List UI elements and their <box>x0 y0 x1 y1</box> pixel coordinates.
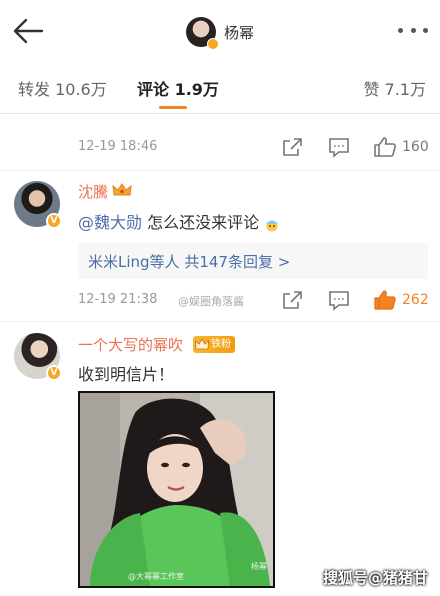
photo-image <box>80 393 273 586</box>
crown-icon <box>195 338 209 351</box>
replies-link[interactable]: 米米Ling等人 共147条回复 > <box>78 243 428 279</box>
photo-watermark: @大幂幂工作室 <box>128 572 184 581</box>
share-icon[interactable] <box>280 136 304 158</box>
top-nav-bar: 杨幂 <box>0 0 440 62</box>
more-dots-icon[interactable] <box>398 22 428 38</box>
profile-header[interactable]: 杨幂 <box>186 15 255 50</box>
comment-text: @魏大勋 怎么还没来评论 <box>78 209 280 233</box>
comment-time: 12-19 21:38 <box>78 292 158 307</box>
comment-actions: 12-19 18:46 160 <box>0 133 440 163</box>
photo-watermark: 杨幂 <box>251 562 267 571</box>
truncated-text: — · · ─ ─ ─ ─ ─ ─ ─ <box>78 110 258 118</box>
tab-comments[interactable]: 评论 1.9万 <box>137 76 219 100</box>
verified-badge-icon: V <box>46 213 62 229</box>
verified-badge-icon: V <box>46 365 62 381</box>
avatar[interactable] <box>186 17 219 50</box>
comment-icon[interactable] <box>327 136 351 158</box>
tab-bar: 转发 10.6万 评论 1.9万 赞 7.1万 <box>0 62 440 114</box>
fan-badge: 铁粉 <box>193 336 235 353</box>
liked-icon[interactable] <box>373 289 397 311</box>
avatar[interactable]: V <box>14 333 62 381</box>
page-watermark: 搜狐号@猪猪甘 <box>322 569 428 587</box>
emoji-icon <box>264 217 280 231</box>
comment-username[interactable]: 一个大写的幂吹 <box>78 334 183 355</box>
tab-likes[interactable]: 赞 7.1万 <box>363 76 426 100</box>
overlay-watermark: @娱圈角落酱 <box>178 295 244 308</box>
like-count: 262 <box>402 292 429 308</box>
divider <box>0 321 440 322</box>
comment-username[interactable]: 沈騰 <box>78 181 108 202</box>
divider <box>0 170 440 171</box>
avatar[interactable]: V <box>14 181 62 229</box>
comment-icon[interactable] <box>327 289 351 311</box>
crown-icon <box>112 182 132 198</box>
like-icon[interactable] <box>373 136 397 158</box>
verified-badge-icon <box>207 38 219 50</box>
active-tab-indicator <box>159 106 187 109</box>
tab-reposts[interactable]: 转发 10.6万 <box>18 76 107 100</box>
page-title: 杨幂 <box>224 23 255 42</box>
share-icon[interactable] <box>280 289 304 311</box>
comment-text: 收到明信片！ <box>78 365 175 384</box>
postcard-photo[interactable]: @大幂幂工作室 杨幂 <box>78 391 275 588</box>
mention-link[interactable]: @魏大勋 <box>78 213 142 232</box>
back-arrow-icon[interactable] <box>12 16 46 46</box>
comment-time: 12-19 18:46 <box>78 139 158 154</box>
like-count: 160 <box>402 139 429 155</box>
